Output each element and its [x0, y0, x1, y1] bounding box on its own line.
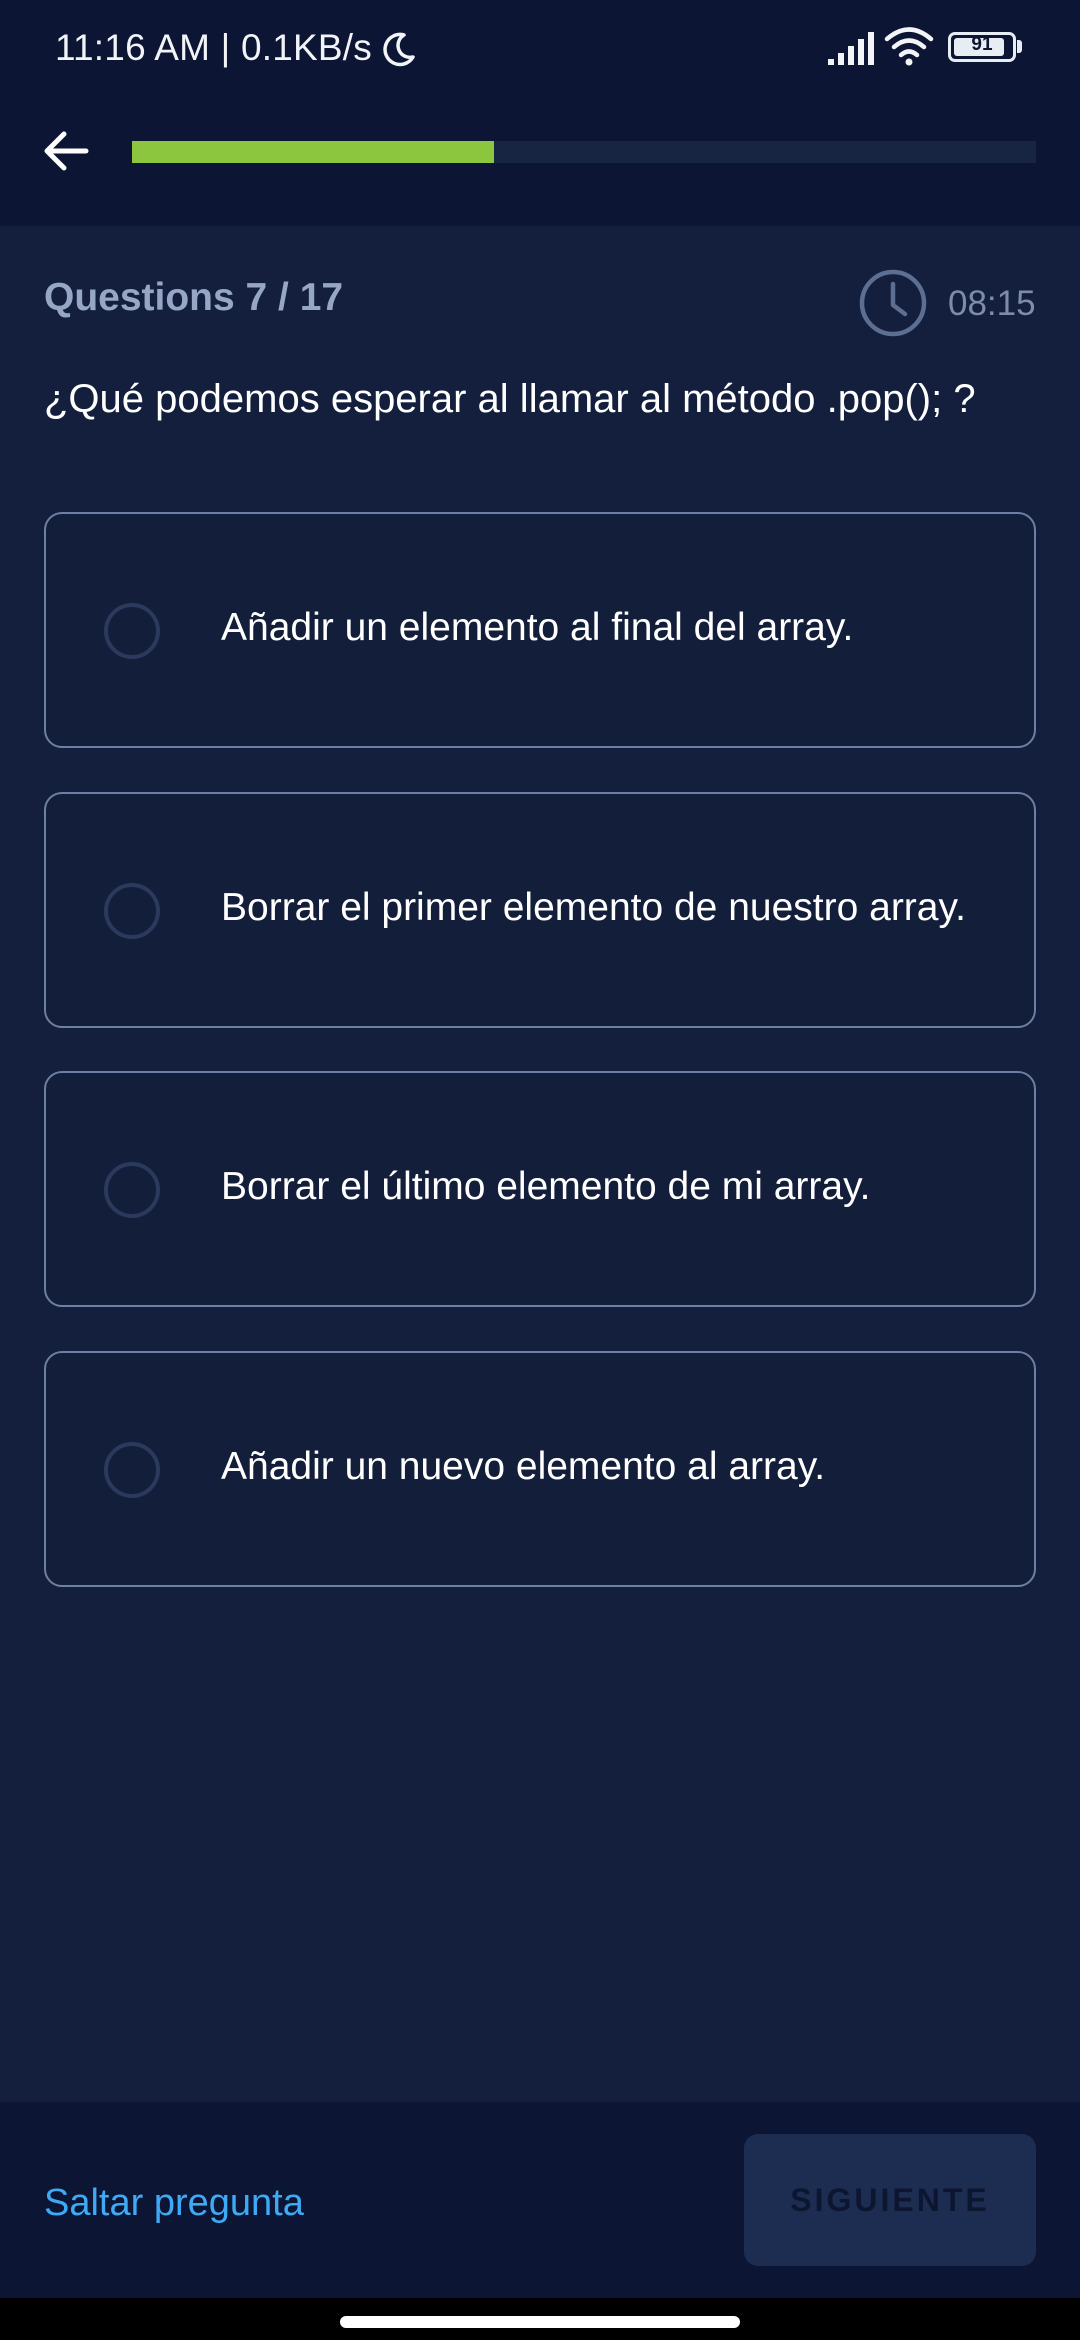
battery-level: 91: [971, 34, 993, 55]
question-count: Questions 7 / 17: [44, 276, 344, 319]
battery-cap: [1017, 40, 1022, 53]
battery-indicator: 91: [948, 32, 1016, 62]
clock-icon: [859, 269, 927, 337]
system-nav-bar: [0, 2298, 1080, 2340]
quiz-timer: 08:15: [948, 284, 1036, 323]
status-bar: 11:16 AM | 0.1KB/s 91: [0, 0, 1080, 100]
home-indicator[interactable]: [340, 2316, 740, 2328]
quiz-progress-bar: [132, 141, 1036, 163]
arrow-left-icon[interactable]: [40, 125, 92, 177]
skip-question-link[interactable]: Saltar pregunta: [44, 2182, 304, 2225]
radio-button[interactable]: [104, 603, 160, 659]
wifi-icon: [884, 27, 934, 66]
next-button[interactable]: SIGUIENTE: [744, 2134, 1036, 2266]
quiz-progress-fill: [132, 141, 494, 163]
radio-button[interactable]: [104, 1442, 160, 1498]
answer-option-4[interactable]: Añadir un nuevo elemento al array.: [44, 1351, 1036, 1587]
status-time: 11:16 AM | 0.1KB/s: [55, 27, 372, 68]
answer-option-2[interactable]: Borrar el primer elemento de nuestro arr…: [44, 792, 1036, 1028]
answer-option-label: Borrar el primer elemento de nuestro arr…: [221, 886, 966, 929]
answer-option-label: Añadir un nuevo elemento al array.: [221, 1445, 826, 1488]
answer-option-label: Borrar el último elemento de mi array.: [221, 1165, 871, 1208]
radio-button[interactable]: [104, 1162, 160, 1218]
app-header: 11:16 AM | 0.1KB/s 91: [0, 0, 1080, 226]
quiz-footer: Saltar pregunta SIGUIENTE: [0, 2102, 1080, 2298]
answer-option-1[interactable]: Añadir un elemento al final del array.: [44, 512, 1036, 748]
signal-icon: [828, 32, 874, 65]
radio-button[interactable]: [104, 883, 160, 939]
moon-icon: [383, 32, 415, 67]
answer-option-3[interactable]: Borrar el último elemento de mi array.: [44, 1071, 1036, 1307]
answer-option-label: Añadir un elemento al final del array.: [221, 606, 854, 649]
question-text: ¿Qué podemos esperar al llamar al método…: [44, 377, 976, 421]
